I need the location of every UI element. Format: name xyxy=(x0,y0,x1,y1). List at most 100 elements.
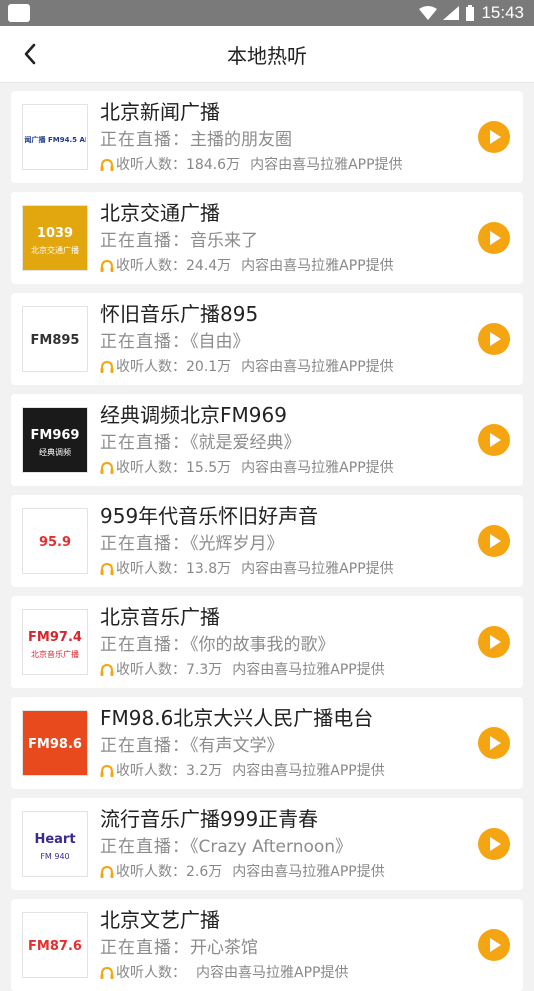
status-bar: 15:43 xyxy=(0,0,534,26)
source-note: 内容由喜马拉雅APP提供 xyxy=(241,460,394,476)
listeners-count: 24.4万 xyxy=(186,258,232,274)
now-playing-title: 《Crazy Afternoon》 xyxy=(190,837,353,857)
listeners-label: 收听人数： xyxy=(116,763,186,779)
headphones-icon xyxy=(100,866,114,878)
play-button[interactable] xyxy=(478,121,510,153)
now-playing-label: 正在直播： xyxy=(100,130,190,150)
station-info: 北京新闻广播 正在直播：主播的朋友圈 收听人数： 184.6万 内容由喜马拉雅APP提供 xyxy=(100,98,463,175)
station-item[interactable]: 北京新闻广播 FM94.5 AM828 北京新闻广播正在直播：主播的朋友圈收听人数… xyxy=(11,91,523,183)
now-playing: 正在直播：《有声文学》 xyxy=(100,733,463,759)
headphones-icon xyxy=(100,563,114,575)
battery-icon xyxy=(466,5,475,21)
station-item[interactable]: 1039 北京交通广播 北京交通广播 正在直播：音乐来了 收听人数： 24.4万 内容由喜马… xyxy=(11,192,523,284)
now-playing: 正在直播：主播的朋友圈 xyxy=(100,127,463,153)
station-logo: Heart FM 940 xyxy=(22,811,88,877)
station-item[interactable]: FM87.6 北京文艺广播 正在直播：开心茶馆 收听人数： 内容由喜马拉雅APP提供 xyxy=(11,899,523,991)
station-name: 959年代音乐怀旧好声音 xyxy=(100,504,319,528)
now-playing-title: 《你的故事我的歌》 xyxy=(190,635,335,655)
station-item[interactable]: 95.9 959年代音乐怀旧好声音 正在直播：《光辉岁月》 收听人数： 13.8万 内容由… xyxy=(11,495,523,587)
play-button[interactable] xyxy=(478,929,510,961)
now-playing-label: 正在直播： xyxy=(100,433,190,453)
station-list: 北京新闻广播 FM94.5 AM828北京新闻广播正在直播：主播的朋友圈收听人数… xyxy=(0,83,534,991)
listeners-count: 15.5万 xyxy=(186,460,232,476)
listeners-count: 20.1万 xyxy=(186,359,232,375)
now-playing-title: 主播的朋友圈 xyxy=(190,130,292,150)
listeners-label: 收听人数： xyxy=(116,864,186,880)
now-playing: 正在直播：《你的故事我的歌》 xyxy=(100,632,463,658)
now-playing-label: 正在直播： xyxy=(100,736,190,756)
play-button[interactable] xyxy=(478,727,510,759)
now-playing-title: 《光辉岁月》 xyxy=(190,534,284,554)
station-meta: 收听人数： 2.6万 内容由喜马拉雅APP提供 xyxy=(100,862,463,882)
now-playing-title: 音乐来了 xyxy=(190,231,258,251)
now-playing: 正在直播：《Crazy Afternoon》 xyxy=(100,834,463,860)
station-item[interactable]: Heart FM 940 流行音乐广播999正青春正在直播：《Crazy After… xyxy=(11,798,523,890)
station-item[interactable]: FM98.6 FM98.6北京大兴人民广播电台 正在直播：《有声文学》 收听人数： 3.… xyxy=(11,697,523,789)
source-note: 内容由喜马拉雅APP提供 xyxy=(232,864,385,880)
play-button[interactable] xyxy=(478,828,510,860)
play-button[interactable] xyxy=(478,424,510,456)
listeners-count: 184.6万 xyxy=(186,157,241,173)
station-item[interactable]: FM969 经典调频 经典调频北京FM969 正在直播：《就是爱经典》 收听人数： 15.… xyxy=(11,394,523,486)
headphones-icon xyxy=(100,260,114,272)
back-button[interactable] xyxy=(16,40,44,68)
svg-text:FM969: FM969 xyxy=(31,428,80,443)
now-playing: 正在直播：《就是爱经典》 xyxy=(100,430,463,456)
listeners-label: 收听人数： xyxy=(116,460,186,476)
source-note: 内容由喜马拉雅APP提供 xyxy=(241,258,394,274)
station-item[interactable]: FM895 怀旧音乐广播895 正在直播：《自由》 收听人数： 20.1万 内容由喜马拉雅… xyxy=(11,293,523,385)
source-note: 内容由喜马拉雅APP提供 xyxy=(241,561,394,577)
listeners-count: 13.8万 xyxy=(186,561,232,577)
now-playing-title: 开心茶馆 xyxy=(190,938,258,958)
station-info: 经典调频北京FM969 正在直播：《就是爱经典》 收听人数： 15.5万 内容由喜马拉雅… xyxy=(100,401,463,478)
svg-text:FM97.4: FM97.4 xyxy=(28,630,82,645)
status-icons: 15:43 xyxy=(419,3,524,23)
station-meta: 收听人数： 15.5万 内容由喜马拉雅APP提供 xyxy=(100,458,463,478)
station-item[interactable]: FM97.4 北京音乐广播 北京音乐广播 正在直播：《你的故事我的歌》 收听人数： 7.3… xyxy=(11,596,523,688)
play-button[interactable] xyxy=(478,525,510,557)
listeners-count: 7.3万 xyxy=(186,662,223,678)
now-playing-label: 正在直播： xyxy=(100,231,190,251)
listeners-label: 收听人数： xyxy=(116,157,186,173)
station-name: 北京新闻广播 xyxy=(100,100,220,124)
source-note: 内容由喜马拉雅APP提供 xyxy=(232,662,385,678)
play-button[interactable] xyxy=(478,323,510,355)
listeners-count: 2.6万 xyxy=(186,864,223,880)
station-meta: 收听人数： 20.1万 内容由喜马拉雅APP提供 xyxy=(100,357,463,377)
station-name: 经典调频北京FM969 xyxy=(100,403,287,427)
svg-text:北京新闻广播 FM94.5 AM828: 北京新闻广播 FM94.5 AM828 xyxy=(24,135,86,144)
station-logo: 1039 北京交通广播 xyxy=(22,205,88,271)
station-logo-image: 1039 北京交通广播 xyxy=(31,226,79,255)
clock: 15:43 xyxy=(481,3,524,22)
station-info: FM98.6北京大兴人民广播电台 正在直播：《有声文学》 收听人数： 3.2万 内容由喜… xyxy=(100,704,463,781)
source-note: 内容由喜马拉雅APP提供 xyxy=(196,965,349,981)
now-playing-title: 《就是爱经典》 xyxy=(190,433,301,453)
signal-icon xyxy=(443,6,460,20)
play-button[interactable] xyxy=(478,222,510,254)
station-logo-image: FM98.6 xyxy=(28,737,82,752)
headphones-icon xyxy=(100,462,114,474)
station-logo: FM98.6 xyxy=(22,710,88,776)
svg-text:FM 940: FM 940 xyxy=(40,852,69,861)
now-playing: 正在直播：开心茶馆 xyxy=(100,935,463,961)
now-playing: 正在直播：《自由》 xyxy=(100,329,463,355)
station-logo-image: Heart FM 940 xyxy=(34,832,75,861)
listeners-label: 收听人数： xyxy=(116,258,186,274)
station-meta: 收听人数： 184.6万 内容由喜马拉雅APP提供 xyxy=(100,155,463,175)
station-info: 959年代音乐怀旧好声音 正在直播：《光辉岁月》 收听人数： 13.8万 内容由喜马拉雅… xyxy=(100,502,463,579)
now-playing-title: 《自由》 xyxy=(190,332,250,352)
station-name: 流行音乐广播999正青春 xyxy=(100,807,319,831)
now-playing-label: 正在直播： xyxy=(100,837,190,857)
chevron-left-icon xyxy=(24,43,36,65)
station-info: 北京音乐广播 正在直播：《你的故事我的歌》 收听人数： 7.3万 内容由喜马拉雅APP提… xyxy=(100,603,463,680)
listeners-label: 收听人数： xyxy=(116,561,186,577)
station-logo-image: 95.9 xyxy=(39,535,71,550)
source-note: 内容由喜马拉雅APP提供 xyxy=(250,157,403,173)
play-button[interactable] xyxy=(478,626,510,658)
now-playing: 正在直播：音乐来了 xyxy=(100,228,463,254)
station-meta: 收听人数： 3.2万 内容由喜马拉雅APP提供 xyxy=(100,761,463,781)
listeners-label: 收听人数： xyxy=(116,662,186,678)
station-logo: FM97.4 北京音乐广播 xyxy=(22,609,88,675)
headphones-icon xyxy=(100,159,114,171)
svg-text:1039: 1039 xyxy=(37,226,73,241)
